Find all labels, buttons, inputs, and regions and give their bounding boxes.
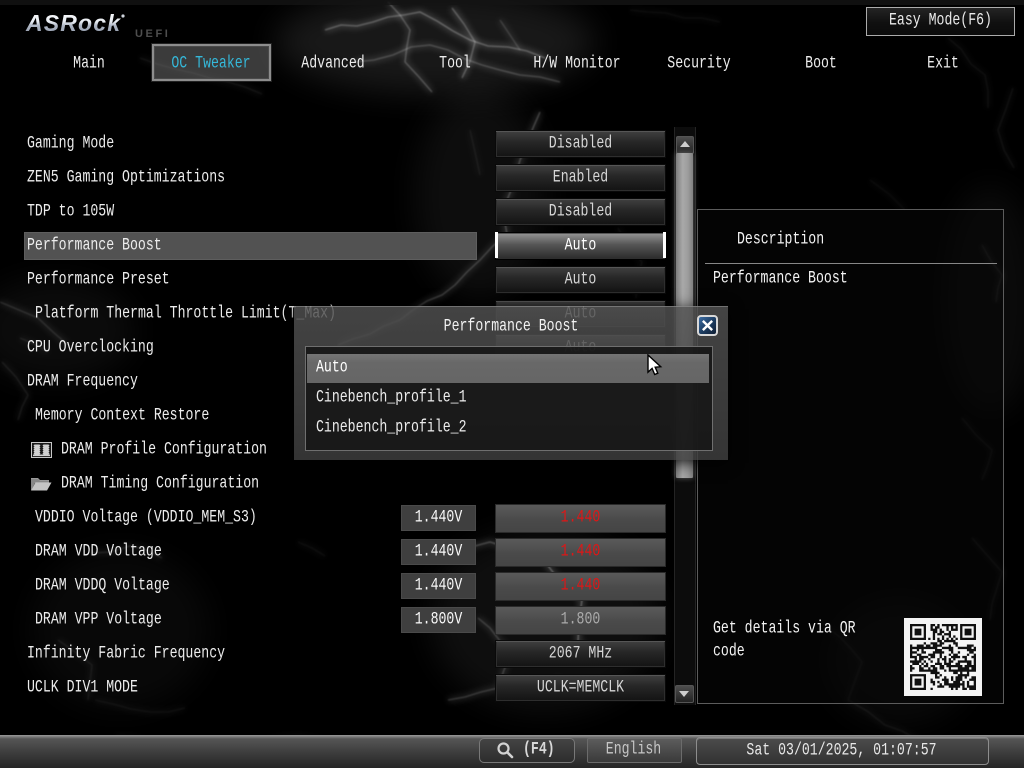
svg-text:ASRock: ASRock (25, 10, 121, 36)
